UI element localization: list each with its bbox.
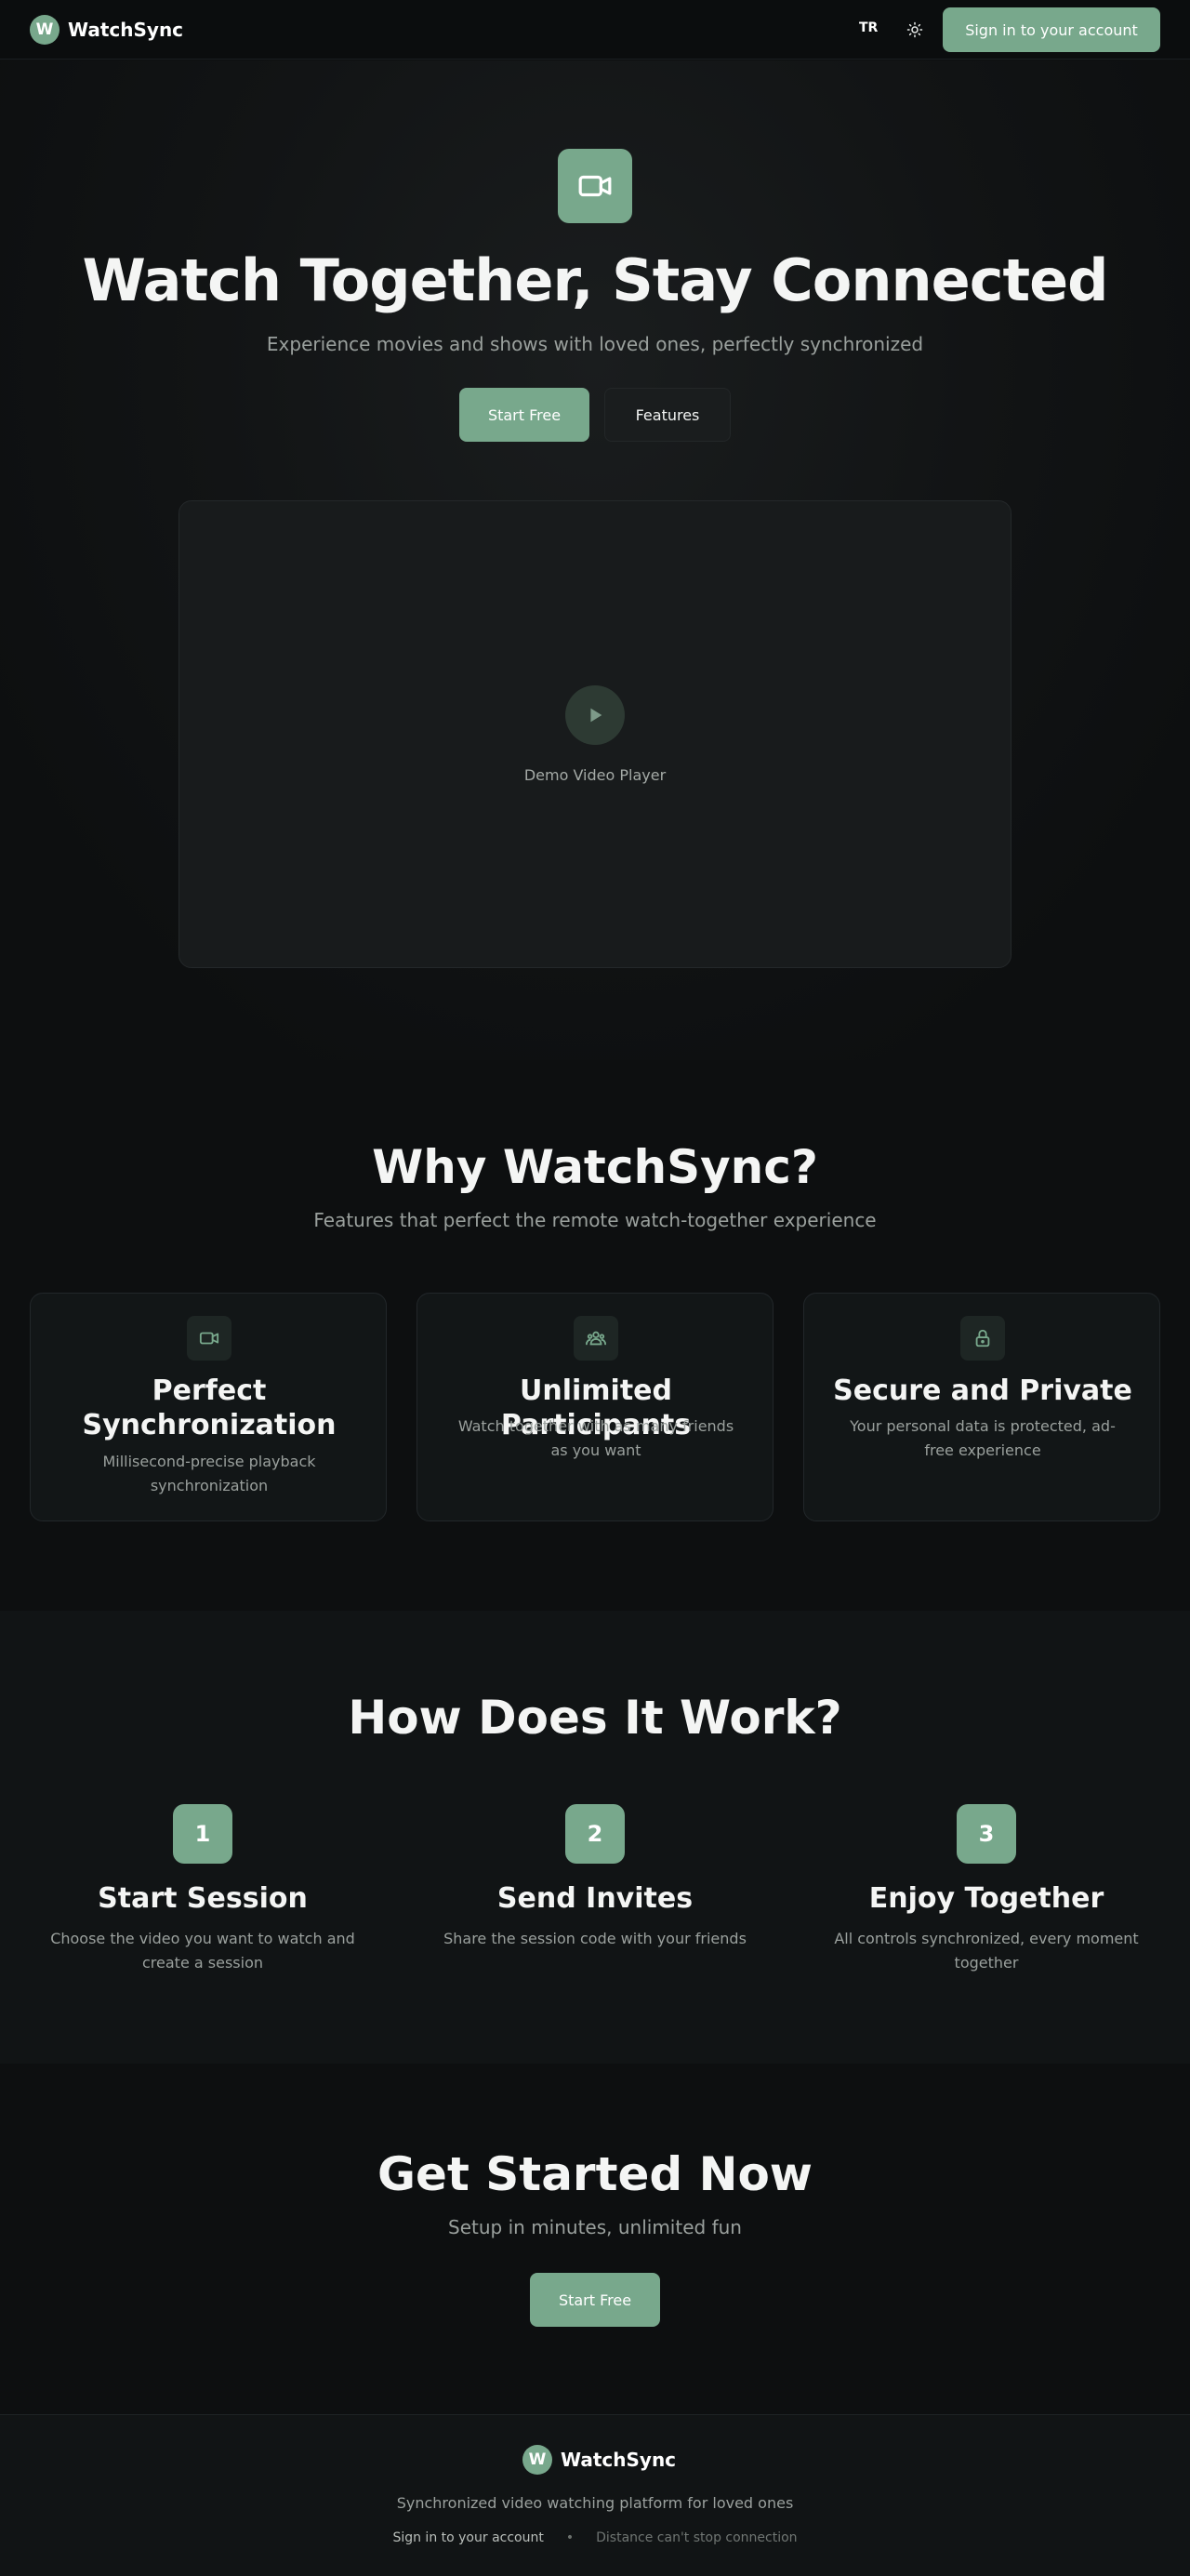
feature-icon-badge bbox=[960, 1316, 1005, 1361]
footer-brand-name: WatchSync bbox=[561, 2449, 677, 2471]
features-title: Why WatchSync? bbox=[372, 1140, 818, 1194]
feature-description: Millisecond-precise playback synchroniza… bbox=[102, 1453, 316, 1494]
how-title: How Does It Work? bbox=[348, 1691, 842, 1745]
play-icon bbox=[590, 708, 602, 723]
start-free-button[interactable]: Start Free bbox=[459, 388, 589, 442]
feature-title: Secure and Private bbox=[833, 1374, 1132, 1407]
demo-video-player[interactable]: Demo Video Player bbox=[178, 500, 1012, 968]
footer-links: Sign in to your account • Distance can't… bbox=[0, 2530, 1190, 2545]
feature-card: Unlimited Participants Watch together wi… bbox=[416, 1293, 774, 1521]
footer-tagline: Synchronized video watching platform for… bbox=[396, 2494, 794, 2512]
sign-in-button[interactable]: Sign in to your account bbox=[943, 7, 1160, 52]
features-button[interactable]: Features bbox=[604, 388, 731, 442]
feature-icon-badge bbox=[574, 1316, 618, 1361]
cta-start-free-button[interactable]: Start Free bbox=[530, 2273, 660, 2327]
how-it-works-section: How Does It Work? 1 Start Session Choose… bbox=[0, 1611, 1190, 2064]
feature-card: Perfect Synchronization Millisecond-prec… bbox=[30, 1293, 387, 1521]
step-number: 3 bbox=[957, 1804, 1016, 1864]
footer-brand[interactable]: W WatchSync bbox=[522, 2445, 676, 2475]
step-title: Start Session bbox=[98, 1882, 308, 1915]
feature-icon-badge bbox=[187, 1316, 231, 1361]
video-camera-icon bbox=[578, 175, 612, 197]
cta-section: Get Started Now Setup in minutes, unlimi… bbox=[0, 2064, 1190, 2414]
footer-note: Distance can't stop connection bbox=[596, 2530, 798, 2545]
theme-toggle-button[interactable] bbox=[904, 19, 926, 41]
sun-icon bbox=[906, 21, 923, 38]
brand-logo-icon: W bbox=[30, 15, 60, 45]
brand-name: WatchSync bbox=[68, 19, 184, 41]
feature-title: Perfect Synchronization bbox=[82, 1374, 337, 1441]
cta-subtitle: Setup in minutes, unlimited fun bbox=[448, 2216, 742, 2238]
feature-card: Secure and Private Your personal data is… bbox=[803, 1293, 1160, 1521]
hero-video-badge bbox=[558, 149, 632, 223]
video-player-label: Demo Video Player bbox=[523, 766, 667, 784]
step-description: Share the session code with your friends bbox=[443, 1930, 747, 1947]
hero-subtitle: Experience movies and shows with loved o… bbox=[266, 333, 924, 355]
cta-title: Get Started Now bbox=[377, 2147, 813, 2201]
lock-icon bbox=[975, 1329, 990, 1348]
features-section: Why WatchSync? Features that perfect the… bbox=[0, 1060, 1190, 1611]
step-title: Enjoy Together bbox=[868, 1882, 1104, 1915]
hero-title: Watch Together, Stay Connected bbox=[82, 246, 1108, 314]
play-button[interactable] bbox=[565, 685, 625, 745]
brand-logo-link[interactable]: W WatchSync bbox=[30, 15, 183, 45]
step-title: Send Invites bbox=[496, 1882, 694, 1915]
features-subtitle: Features that perfect the remote watch-t… bbox=[313, 1209, 877, 1231]
footer: W WatchSync Synchronized video watching … bbox=[0, 2414, 1190, 2576]
step-description: All controls synchronized, every moment … bbox=[834, 1930, 1139, 1972]
users-icon bbox=[586, 1331, 606, 1346]
footer-separator: • bbox=[565, 2530, 575, 2545]
language-toggle-button[interactable]: TR bbox=[859, 20, 878, 35]
footer-logo-icon: W bbox=[522, 2445, 552, 2475]
feature-description: Your personal data is protected, ad-free… bbox=[850, 1417, 1116, 1459]
video-camera-icon bbox=[199, 1332, 219, 1345]
hero-section: Watch Together, Stay Connected Experienc… bbox=[0, 60, 1190, 1060]
top-navbar: W WatchSync TR Sign in to your account bbox=[0, 0, 1190, 60]
step-number: 2 bbox=[565, 1804, 625, 1864]
feature-description: Watch together with as many friends as y… bbox=[457, 1417, 734, 1459]
footer-sign-in-link[interactable]: Sign in to your account bbox=[392, 2530, 543, 2545]
step-number: 1 bbox=[173, 1804, 232, 1864]
step-description: Choose the video you want to watch and c… bbox=[50, 1930, 355, 1972]
